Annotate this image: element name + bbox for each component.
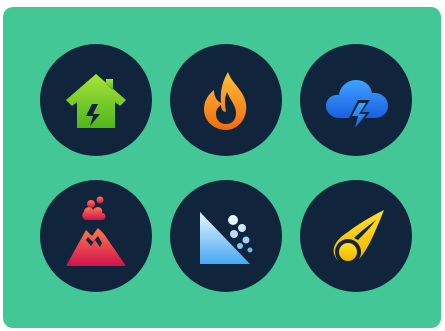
volcano-tile[interactable] <box>40 180 152 292</box>
meteor-tile[interactable] <box>300 180 412 292</box>
landslide-tile[interactable] <box>170 180 282 292</box>
volcano-eruption-icon <box>66 196 126 266</box>
thunderstorm-tile[interactable] <box>300 44 412 156</box>
thunderstorm-cloud-icon <box>326 80 388 134</box>
meteor-impact-icon <box>333 210 384 265</box>
landslide-icon <box>200 212 253 264</box>
wildfire-flame-icon <box>204 72 247 130</box>
wildfire-tile[interactable] <box>170 44 282 156</box>
earthquake-tile[interactable] <box>40 44 152 156</box>
earthquake-house-icon <box>66 74 126 128</box>
icon-grid <box>0 0 412 331</box>
